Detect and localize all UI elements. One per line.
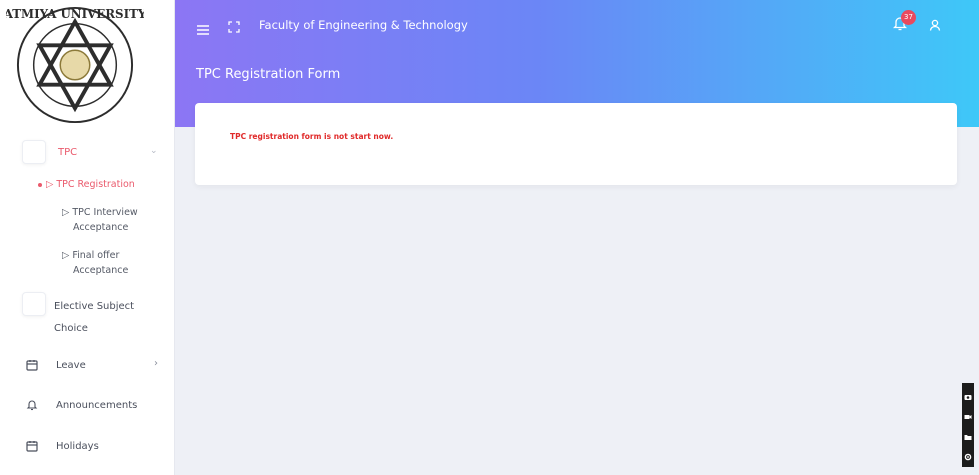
elective-icon: [22, 292, 46, 316]
university-logo: ATMIYA UNIVERSITY: [6, 7, 144, 124]
user-icon[interactable]: [929, 16, 941, 35]
sidebar-subitem-tpc-registration[interactable]: ▷ TPC Registration: [38, 177, 135, 192]
registration-card: TPC registration form is not start now.: [195, 103, 957, 185]
floating-toolbar: [962, 383, 974, 467]
active-dot-icon: [38, 182, 42, 187]
tpc-icon: [22, 140, 46, 164]
sidebar-item-holidays[interactable]: Holidays: [24, 438, 99, 454]
chevron-down-icon: ⌄: [150, 146, 158, 156]
page-title: TPC Registration Form: [196, 67, 341, 82]
calendar-icon: [24, 357, 40, 373]
sidebar-item-tpc[interactable]: TPC ⌄: [0, 137, 175, 167]
subitem-label-line2: Acceptance: [73, 222, 129, 233]
sidebar-item-label: TPC: [58, 146, 78, 158]
registration-status-message: TPC registration form is not start now.: [230, 132, 394, 141]
subitem-label-line2: Acceptance: [73, 265, 129, 276]
subitem-label: TPC Interview: [72, 207, 138, 218]
elective-label-line1: Elective Subject: [54, 301, 135, 312]
sidebar-item-label: Elective Subject Choice: [54, 296, 154, 340]
play-icon: ▷: [46, 179, 57, 190]
screenshot-camera-icon[interactable]: [964, 386, 972, 405]
sidebar-item-label: Leave: [56, 359, 86, 371]
notification-count-badge: 37: [901, 10, 916, 25]
faculty-name: Faculty of Engineering & Technology: [259, 18, 468, 32]
video-icon[interactable]: [964, 406, 972, 425]
sidebar-subitem-final-offer-acceptance[interactable]: ▷ Final offer Acceptance: [62, 248, 128, 278]
play-icon: ▷: [62, 207, 73, 218]
subitem-label: Final offer: [72, 250, 120, 261]
sidebar-item-leave[interactable]: Leave ›: [24, 357, 158, 373]
fullscreen-icon[interactable]: [228, 18, 240, 37]
sidebar: ATMIYA UNIVERSITY TPC ⌄ ▷ TPC Registrati…: [0, 0, 175, 475]
elective-label-line2: Choice: [54, 323, 88, 334]
subitem-label: TPC Registration: [56, 179, 135, 190]
svg-text:ATMIYA UNIVERSITY: ATMIYA UNIVERSITY: [6, 7, 144, 21]
chevron-right-icon: ›: [154, 358, 158, 369]
play-icon: ▷: [62, 250, 73, 261]
sidebar-item-label: Holidays: [56, 440, 99, 452]
sidebar-subitem-tpc-interview-acceptance[interactable]: ▷ TPC Interview Acceptance: [62, 205, 138, 235]
sidebar-item-label: Announcements: [56, 399, 138, 411]
menu-icon[interactable]: [197, 20, 209, 39]
calendar-icon: [24, 438, 40, 454]
folder-icon[interactable]: [964, 426, 972, 445]
gear-icon[interactable]: [964, 446, 972, 465]
sidebar-item-announcements[interactable]: Announcements: [24, 397, 137, 413]
bell-icon: [24, 397, 40, 413]
